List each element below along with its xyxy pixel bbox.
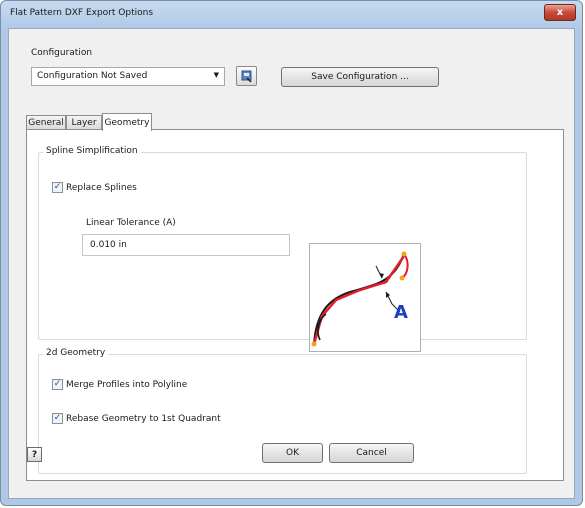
configuration-selected-value: Configuration Not Saved: [37, 71, 148, 81]
checkbox-checked-icon: ✓: [52, 182, 63, 193]
configuration-select[interactable]: Configuration Not Saved ▼: [31, 67, 225, 86]
help-button[interactable]: ?: [27, 447, 42, 462]
title-bar[interactable]: Flat Pattern DXF Export Options x: [1, 1, 582, 27]
dialog-client-area: Configuration Configuration Not Saved ▼ …: [8, 28, 575, 499]
window-title: Flat Pattern DXF Export Options: [10, 8, 154, 18]
chevron-down-icon: ▼: [213, 71, 219, 79]
tab-layer-label: Layer: [71, 118, 97, 128]
2d-geometry-title: 2d Geometry: [43, 348, 109, 358]
geometry-tab-panel: Spline Simplification ✓ Replace Splines …: [26, 129, 564, 481]
linear-tolerance-label: Linear Tolerance (A): [86, 218, 176, 228]
tolerance-a-label: A: [394, 302, 408, 323]
checkbox-checked-icon: ✓: [52, 413, 63, 424]
save-configuration-button[interactable]: Save Configuration ...: [281, 67, 439, 87]
tab-geometry[interactable]: Geometry: [102, 113, 152, 131]
rebase-geometry-label: Rebase Geometry to 1st Quadrant: [66, 413, 221, 424]
help-icon: ?: [31, 449, 38, 460]
cancel-button[interactable]: Cancel: [329, 443, 414, 463]
tab-general-label: General: [28, 118, 64, 128]
ok-label: OK: [286, 448, 299, 458]
linear-tolerance-value: 0.010 in: [90, 240, 127, 250]
close-button[interactable]: x: [544, 4, 576, 21]
ok-button[interactable]: OK: [262, 443, 323, 463]
configuration-label: Configuration: [31, 48, 93, 58]
tab-geometry-label: Geometry: [104, 117, 150, 128]
merge-profiles-label: Merge Profiles into Polyline: [66, 379, 188, 390]
folder-browse-icon: [241, 70, 252, 83]
tab-layer[interactable]: Layer: [66, 115, 102, 130]
replace-splines-label: Replace Splines: [66, 182, 137, 193]
rebase-geometry-checkbox[interactable]: ✓ Rebase Geometry to 1st Quadrant: [52, 413, 221, 424]
linear-tolerance-input[interactable]: 0.010 in: [82, 234, 290, 256]
spline-simplification-title: Spline Simplification: [43, 146, 141, 156]
load-configuration-button[interactable]: [236, 66, 257, 86]
tab-general[interactable]: General: [26, 115, 66, 130]
checkbox-checked-icon: ✓: [52, 379, 63, 390]
dialog-window: Flat Pattern DXF Export Options x Config…: [0, 0, 583, 506]
spline-tolerance-diagram: A: [309, 243, 421, 352]
close-icon: x: [556, 7, 564, 18]
replace-splines-checkbox[interactable]: ✓ Replace Splines: [52, 182, 137, 193]
spline-simplification-group: Spline Simplification ✓ Replace Splines …: [38, 146, 527, 340]
spline-diagram-graphic: [311, 251, 409, 347]
cancel-label: Cancel: [356, 448, 387, 458]
merge-profiles-checkbox[interactable]: ✓ Merge Profiles into Polyline: [52, 379, 187, 390]
save-configuration-label: Save Configuration ...: [311, 72, 409, 82]
